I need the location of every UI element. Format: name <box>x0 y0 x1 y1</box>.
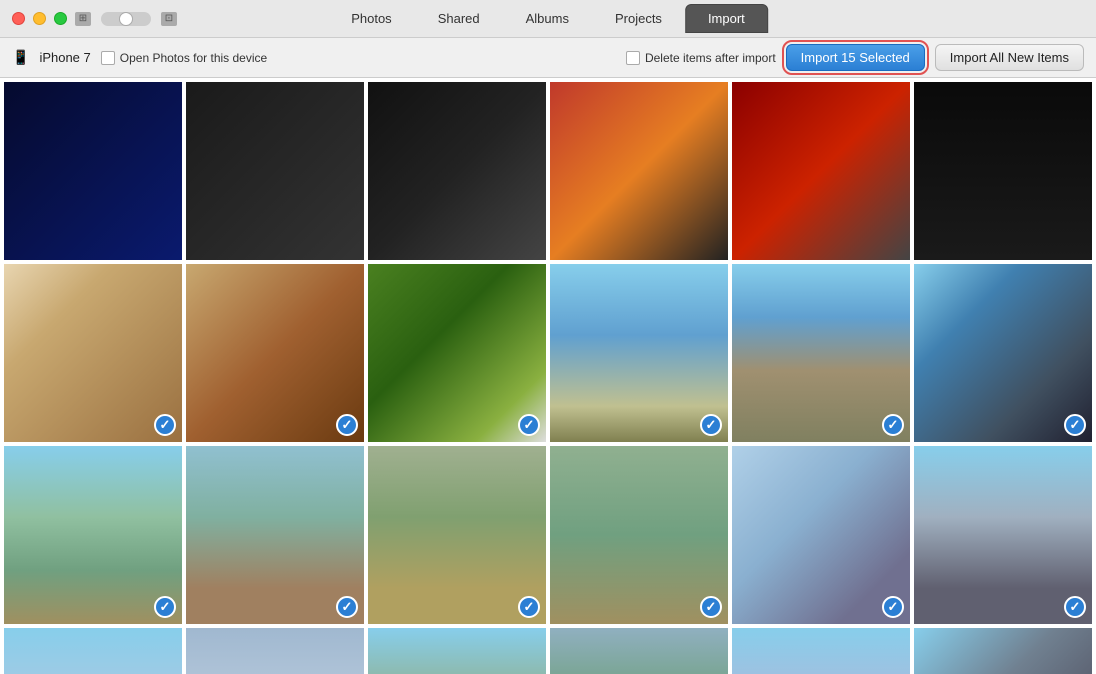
close-button[interactable] <box>12 12 25 25</box>
photo-cell[interactable] <box>914 82 1092 260</box>
tab-photos[interactable]: Photos <box>328 4 414 33</box>
device-name: iPhone 7 <box>39 50 90 65</box>
open-photos-check[interactable]: Open Photos for this device <box>101 51 267 65</box>
selected-badge: ✓ <box>154 596 176 618</box>
tab-bar: Photos Shared Albums Projects Import <box>328 4 768 33</box>
photo-cell[interactable]: ✓ <box>186 446 364 624</box>
selected-badge: ✓ <box>336 414 358 436</box>
photo-cell[interactable] <box>732 82 910 260</box>
photo-cell[interactable]: ✓ <box>550 446 728 624</box>
photo-cell[interactable]: ✓ <box>186 264 364 442</box>
delete-check[interactable]: Delete items after import <box>626 51 776 65</box>
sidebar-toggle-icon[interactable]: ⊞ <box>75 12 91 26</box>
selected-badge: ✓ <box>336 596 358 618</box>
photo-cell[interactable]: ✓ <box>914 264 1092 442</box>
photo-cell[interactable]: ✓ <box>4 446 182 624</box>
slider-control[interactable] <box>101 12 151 26</box>
selected-badge: ✓ <box>700 414 722 436</box>
photo-cell[interactable]: ✓ <box>186 628 364 674</box>
fullscreen-button[interactable] <box>54 12 67 25</box>
photo-cell[interactable]: ✓ <box>732 264 910 442</box>
selected-badge: ✓ <box>154 414 176 436</box>
photo-cell[interactable] <box>732 628 910 674</box>
toolbar: 📱 iPhone 7 Open Photos for this device D… <box>0 38 1096 78</box>
open-photos-label: Open Photos for this device <box>120 51 267 65</box>
photo-grid-container: ✓✓✓✓✓✓✓✓✓✓✓✓✓✓✓ <box>0 78 1096 674</box>
traffic-lights <box>0 12 67 25</box>
delete-checkbox[interactable] <box>626 51 640 65</box>
selected-badge: ✓ <box>882 596 904 618</box>
selected-badge: ✓ <box>518 596 540 618</box>
photo-cell[interactable]: ✓ <box>732 446 910 624</box>
photo-cell[interactable]: ✓ <box>368 628 546 674</box>
selected-badge: ✓ <box>1064 414 1086 436</box>
photo-cell[interactable] <box>186 82 364 260</box>
minimize-button[interactable] <box>33 12 46 25</box>
device-icon: 📱 <box>12 49 29 66</box>
open-photos-checkbox[interactable] <box>101 51 115 65</box>
tab-import[interactable]: Import <box>685 4 768 33</box>
selected-badge: ✓ <box>700 596 722 618</box>
tab-shared[interactable]: Shared <box>415 4 503 33</box>
photo-cell[interactable]: ✓ <box>550 264 728 442</box>
photo-grid: ✓✓✓✓✓✓✓✓✓✓✓✓✓✓✓ <box>0 78 1096 674</box>
photo-cell[interactable] <box>550 628 728 674</box>
import-all-button[interactable]: Import All New Items <box>935 44 1084 71</box>
selected-badge: ✓ <box>518 414 540 436</box>
photo-cell[interactable]: ✓ <box>4 628 182 674</box>
photo-cell[interactable] <box>4 82 182 260</box>
photo-cell[interactable] <box>368 82 546 260</box>
tab-albums[interactable]: Albums <box>503 4 592 33</box>
photo-cell[interactable]: ✓ <box>914 446 1092 624</box>
photo-cell[interactable] <box>550 82 728 260</box>
delete-label: Delete items after import <box>645 51 776 65</box>
view-toggle-icon[interactable]: ⊡ <box>161 12 177 26</box>
photo-cell[interactable]: ✓ <box>368 446 546 624</box>
selected-badge: ✓ <box>882 414 904 436</box>
titlebar: ⊞ ⊡ Photos Shared Albums Projects Import <box>0 0 1096 38</box>
selected-badge: ✓ <box>1064 596 1086 618</box>
photo-cell[interactable] <box>914 628 1092 674</box>
photo-cell[interactable]: ✓ <box>368 264 546 442</box>
tab-projects[interactable]: Projects <box>592 4 685 33</box>
photo-cell[interactable]: ✓ <box>4 264 182 442</box>
import-selected-button[interactable]: Import 15 Selected <box>786 44 925 71</box>
window-icons: ⊞ ⊡ <box>75 12 177 26</box>
